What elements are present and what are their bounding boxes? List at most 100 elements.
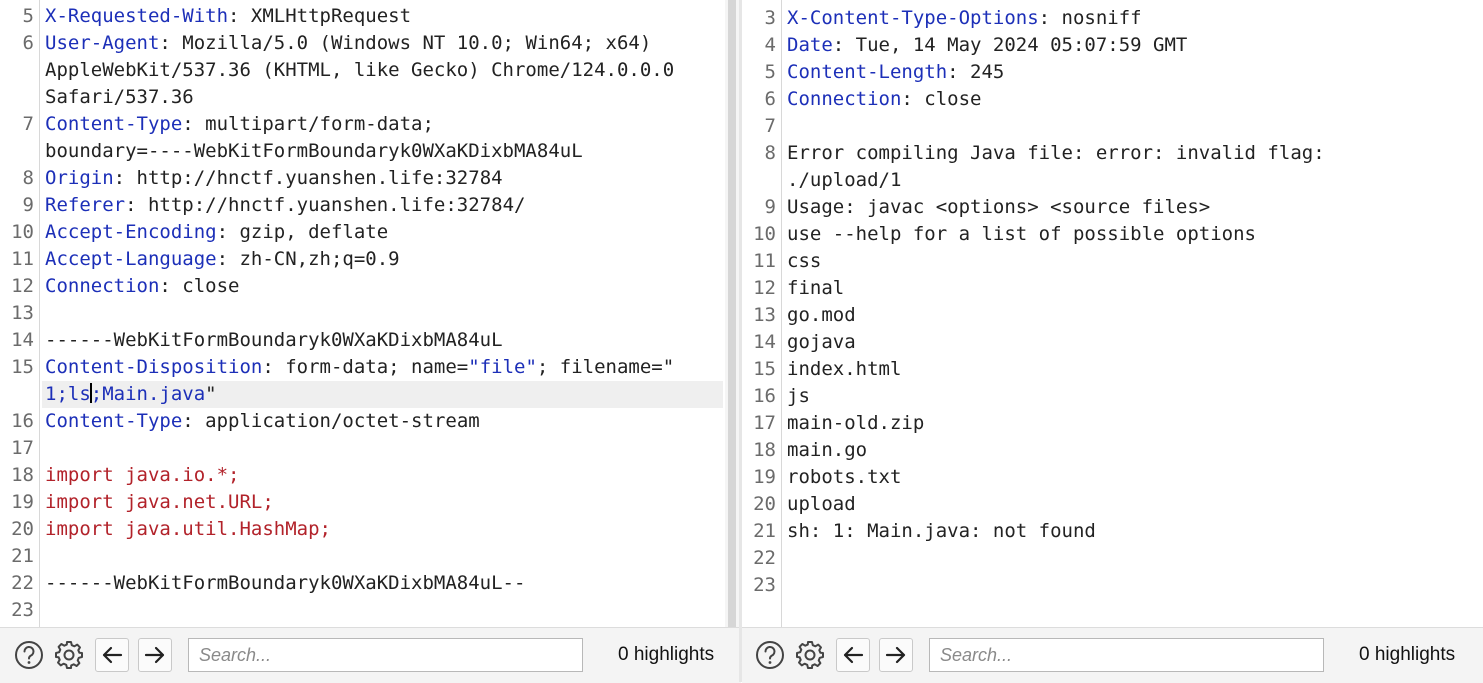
code-text: main.go xyxy=(787,439,868,461)
code-line[interactable]: Safari/537.36 xyxy=(45,84,723,111)
next-match-button[interactable] xyxy=(138,638,172,672)
code-text: ;Main.java xyxy=(90,383,206,405)
code-line[interactable]: import java.io.*; xyxy=(45,462,723,489)
code-line[interactable]: js xyxy=(787,383,1465,410)
line-number: 20 xyxy=(753,493,776,515)
code-line[interactable]: Content-Length: 245 xyxy=(787,59,1465,86)
help-circle-icon xyxy=(15,641,43,669)
code-line[interactable]: final xyxy=(787,275,1465,302)
code-line[interactable]: ------WebKitFormBoundaryk0WXaKDixbMA84uL xyxy=(45,327,723,354)
code-line[interactable]: main.go xyxy=(787,437,1465,464)
code-line[interactable]: ./upload/1 xyxy=(787,167,1465,194)
line-number: 12 xyxy=(753,277,776,299)
response-search-input[interactable] xyxy=(929,638,1324,672)
header-name: Accept-Language xyxy=(45,248,217,270)
line-number: 23 xyxy=(11,599,34,621)
response-line-numbers: 3 4 5 6 7 8 9 10 11 12 13 14 15 16 17 18 19 20 21 22 23 xyxy=(742,0,779,627)
header-name: Referer xyxy=(45,194,126,216)
code-line[interactable]: index.html xyxy=(787,356,1465,383)
code-text: robots.txt xyxy=(787,466,902,488)
code-line[interactable] xyxy=(45,543,723,570)
request-editor[interactable]: 5 6 7 8 9 10 11 12 13 14 15 16 17 18 19 20 21 22 23 X-Requ… xyxy=(0,0,741,627)
arrow-right-icon xyxy=(144,646,165,664)
request-code[interactable]: X-Requested-With: XMLHttpRequest User-Age… xyxy=(42,0,723,627)
code-line[interactable] xyxy=(45,300,723,327)
line-number: 21 xyxy=(753,520,776,542)
code-line[interactable]: Accept-Encoding: gzip, deflate xyxy=(45,219,723,246)
request-scrollbar-thumb[interactable] xyxy=(728,0,736,627)
help-button[interactable] xyxy=(753,638,787,672)
request-pane: 5 6 7 8 9 10 11 12 13 14 15 16 17 18 19 20 21 22 23 X-Requ… xyxy=(0,0,741,683)
code-line[interactable]: upload xyxy=(787,491,1465,518)
code-line[interactable]: Content-Type: multipart/form-data; xyxy=(45,111,723,138)
code-line[interactable]: Usage: javac <options> <source files> xyxy=(787,194,1465,221)
code-text: ./upload/1 xyxy=(787,169,902,191)
code-line[interactable]: User-Agent: Mozilla/5.0 (Windows NT 10.0… xyxy=(45,30,723,57)
code-line[interactable]: Accept-Language: zh-CN,zh;q=0.9 xyxy=(45,246,723,273)
code-line[interactable] xyxy=(787,113,1465,140)
code-line[interactable]: gojava xyxy=(787,329,1465,356)
header-name: Date xyxy=(787,34,833,56)
line-number xyxy=(0,57,34,84)
code-line[interactable]: boundary=----WebKitFormBoundaryk0WXaKDix… xyxy=(45,138,723,165)
code-line[interactable]: Error compiling Java file: error: invali… xyxy=(787,140,1465,167)
code-text: "file" xyxy=(468,356,537,378)
response-editor[interactable]: 3 4 5 6 7 8 9 10 11 12 13 14 15 16 17 18 19 20 21 22 23 X-Co… xyxy=(742,0,1483,627)
code-line[interactable]: Connection: close xyxy=(787,86,1465,113)
code-text: index.html xyxy=(787,358,902,380)
line-number: 8 xyxy=(764,142,776,164)
code-line[interactable]: sh: 1: Main.java: not found xyxy=(787,518,1465,545)
code-line[interactable]: X-Content-Type-Options: nosniff xyxy=(787,5,1465,32)
code-line[interactable]: main-old.zip xyxy=(787,410,1465,437)
line-number: 22 xyxy=(753,547,776,569)
code-line[interactable]: Content-Type: application/octet-stream xyxy=(45,408,723,435)
code-text: Usage: javac <options> <source files> xyxy=(787,196,1211,218)
code-text: Safari/537.36 xyxy=(45,86,194,108)
response-code[interactable]: X-Content-Type-Options: nosniff Date: Tue… xyxy=(787,0,1465,627)
code-line[interactable]: 1;ls;Main.java" xyxy=(42,381,723,408)
gutter-divider xyxy=(39,0,40,627)
line-number: 20 xyxy=(11,518,34,540)
settings-button[interactable] xyxy=(793,638,827,672)
code-text: ------WebKitFormBoundaryk0WXaKDixbMA84uL… xyxy=(45,572,526,594)
header-name: Accept-Encoding xyxy=(45,221,217,243)
line-number: 9 xyxy=(764,196,776,218)
code-text: : application/octet-stream xyxy=(182,410,480,432)
code-line[interactable]: Referer: http://hnctf.yuanshen.life:3278… xyxy=(45,192,723,219)
arrow-left-icon xyxy=(102,646,123,664)
code-line[interactable]: import java.net.URL; xyxy=(45,489,723,516)
code-text: sh: 1: Main.java: not found xyxy=(787,520,1096,542)
next-match-button[interactable] xyxy=(879,638,913,672)
request-footer-toolbar: 0 highlights xyxy=(0,627,741,683)
code-line[interactable]: ------WebKitFormBoundaryk0WXaKDixbMA84uL… xyxy=(45,570,723,597)
code-line[interactable] xyxy=(45,435,723,462)
code-line[interactable]: Date: Tue, 14 May 2024 05:07:59 GMT xyxy=(787,32,1465,59)
request-scrollbar[interactable] xyxy=(725,0,739,627)
code-line[interactable]: AppleWebKit/537.36 (KHTML, like Gecko) C… xyxy=(45,57,723,84)
code-line[interactable]: X-Requested-With: XMLHttpRequest xyxy=(45,3,723,30)
header-name: Content-Type xyxy=(45,410,183,432)
code-line[interactable] xyxy=(787,572,1465,599)
code-line[interactable] xyxy=(787,545,1465,572)
header-name: User-Agent xyxy=(45,32,160,54)
code-line[interactable]: css xyxy=(787,248,1465,275)
code-line[interactable]: Connection: close xyxy=(45,273,723,300)
code-line[interactable]: go.mod xyxy=(787,302,1465,329)
help-button[interactable] xyxy=(12,638,46,672)
code-line[interactable]: robots.txt xyxy=(787,464,1465,491)
code-line[interactable] xyxy=(45,597,723,624)
code-line[interactable]: import java.util.HashMap; xyxy=(45,516,723,543)
previous-match-button[interactable] xyxy=(836,638,870,672)
line-number: 17 xyxy=(753,412,776,434)
line-number xyxy=(0,138,34,165)
code-line[interactable]: Origin: http://hnctf.yuanshen.life:32784 xyxy=(45,165,723,192)
code-text: Error compiling Java file: error: invali… xyxy=(787,142,1325,164)
previous-match-button[interactable] xyxy=(95,638,129,672)
line-number: 19 xyxy=(753,466,776,488)
code-line[interactable]: Content-Disposition: form-data; name="fi… xyxy=(45,354,723,381)
code-line[interactable]: use --help for a list of possible option… xyxy=(787,221,1465,248)
line-number: 14 xyxy=(753,331,776,353)
code-text: css xyxy=(787,250,822,272)
request-search-input[interactable] xyxy=(188,638,583,672)
settings-button[interactable] xyxy=(52,638,86,672)
